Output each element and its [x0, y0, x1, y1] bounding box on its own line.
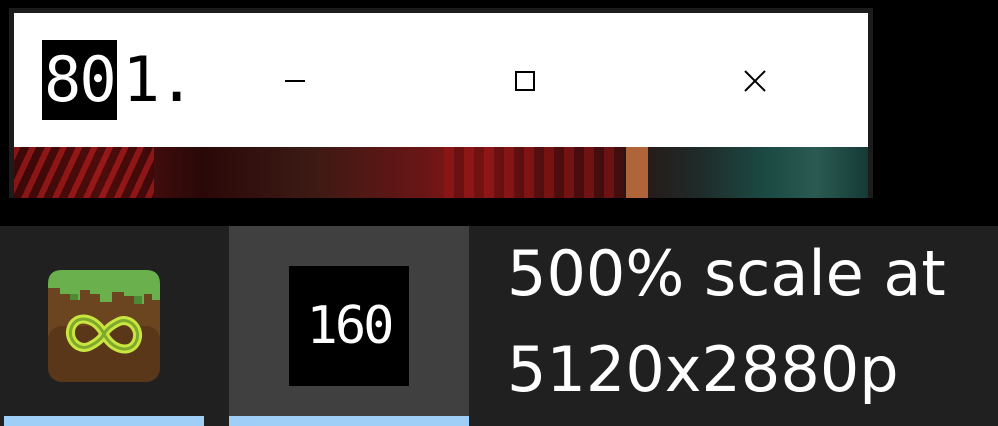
maximize-icon	[515, 71, 535, 91]
maximize-button[interactable]	[495, 51, 555, 111]
taskbar-app-scale[interactable]: 160	[229, 226, 469, 426]
taskbar: 160 500% scale at 5120x2880p	[0, 226, 998, 426]
scale-caption: 500% scale at 5120x2880p	[507, 226, 998, 426]
caption-line-2: 5120x2880p	[507, 333, 899, 406]
active-indicator	[4, 416, 204, 426]
minecraft-launcher-infinity-icon	[48, 270, 160, 382]
close-icon	[744, 70, 766, 92]
window-title-highlighted: 80	[42, 40, 117, 120]
minimize-button[interactable]	[265, 51, 325, 111]
game-pillar	[626, 147, 648, 198]
active-indicator	[229, 416, 469, 426]
window-title: 80 1.	[42, 40, 196, 120]
scale-badge: 160	[289, 266, 409, 386]
caption-line-1: 500% scale at	[507, 237, 946, 310]
game-nether-wart-block	[444, 147, 624, 198]
game-viewport[interactable]	[14, 147, 868, 198]
title-bar[interactable]: 80 1.	[14, 13, 868, 147]
app-window: 80 1.	[9, 8, 873, 198]
game-foliage	[14, 147, 154, 198]
minimize-icon	[285, 80, 305, 82]
window-title-rest: 1.	[122, 43, 196, 116]
taskbar-app-minecraft-launcher[interactable]	[4, 226, 204, 426]
close-button[interactable]	[725, 51, 785, 111]
